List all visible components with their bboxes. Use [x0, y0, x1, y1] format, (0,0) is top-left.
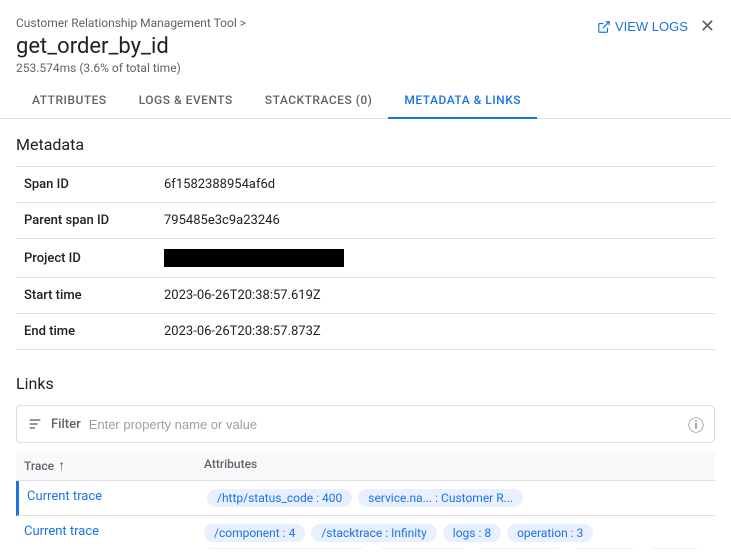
link-attributes: /component : 4/stacktrace : Infinity logs…: [204, 524, 707, 549]
metadata-value: [156, 239, 715, 278]
filter-bar: Filter ⓘ: [16, 405, 715, 443]
metadata-row: Project ID: [16, 239, 715, 278]
view-logs-button[interactable]: VIEW LOGS: [597, 19, 688, 34]
link-trace: Current trace: [24, 524, 204, 539]
links-rows: Current trace/http/status_code : 400 serv…: [16, 481, 715, 549]
external-link-icon: [597, 20, 611, 34]
metadata-row: Parent span ID795485e3c9a23246: [16, 203, 715, 239]
attr-chip[interactable]: tags : 6: [645, 548, 704, 549]
redacted-value: [164, 249, 344, 267]
metadata-row: End time2023-06-26T20:38:57.873Z: [16, 314, 715, 350]
tab-bar: ATTRIBUTES LOGS & EVENTS STACKTRACES (0)…: [0, 83, 731, 119]
metadata-key: Start time: [16, 278, 156, 314]
attr-chip[interactable]: span : -Infinity: [375, 548, 469, 549]
metadata-value: 2023-06-26T20:38:57.873Z: [156, 314, 715, 350]
tab-stacktraces[interactable]: STACKTRACES (0): [249, 83, 389, 119]
metadata-key: End time: [16, 314, 156, 350]
sort-icon[interactable]: ↑: [58, 457, 65, 474]
trace-column-header: Trace ↑: [24, 457, 204, 474]
page-title: get_order_by_id: [16, 34, 715, 59]
links-section-title: Links: [16, 374, 715, 393]
metadata-section-title: Metadata: [16, 135, 715, 154]
link-trace: Current trace: [27, 489, 207, 504]
filter-label: Filter: [51, 417, 81, 432]
metadata-key: Span ID: [16, 167, 156, 203]
links-section: Links Filter ⓘ Trace ↑ Attributes Curren…: [16, 374, 715, 549]
attr-chip[interactable]: /stacktrace : Infinity: [311, 524, 436, 542]
attr-chip[interactable]: operation : 3: [507, 524, 593, 542]
metadata-row: Start time2023-06-26T20:38:57.619Z: [16, 278, 715, 314]
attr-chip[interactable]: service.na... : Customer R...: [358, 489, 523, 507]
metadata-row: Span ID6f1582388954af6d: [16, 167, 715, 203]
metadata-key: Project ID: [16, 239, 156, 278]
attr-chip[interactable]: /component : 4: [204, 524, 305, 542]
metadata-value: 6f1582388954af6d: [156, 167, 715, 203]
filter-icon: [27, 416, 43, 432]
metadata-table: Span ID6f1582388954af6dParent span ID795…: [16, 166, 715, 350]
metadata-value: 795485e3c9a23246: [156, 203, 715, 239]
page-subtitle: 253.574ms (3.6% of total time): [16, 61, 715, 75]
links-table-header: Trace ↑ Attributes: [16, 451, 715, 481]
tab-logs-events[interactable]: LOGS & EVENTS: [123, 83, 249, 119]
attr-chip[interactable]: status : 4: [570, 548, 639, 549]
help-icon[interactable]: ⓘ: [688, 412, 704, 436]
link-attributes: /http/status_code : 400 service.na... : C…: [207, 489, 707, 507]
link-row: Current trace/http/status_code : 400 serv…: [16, 481, 715, 516]
link-trace-anchor[interactable]: Current trace: [24, 524, 99, 539]
attr-chip[interactable]: /http/status_code : 400: [207, 489, 352, 507]
close-button[interactable]: ✕: [700, 16, 715, 37]
attr-chip[interactable]: service.na... : Customer R...: [204, 548, 369, 549]
tab-attributes[interactable]: ATTRIBUTES: [16, 83, 123, 119]
metadata-key: Parent span ID: [16, 203, 156, 239]
tab-metadata-links[interactable]: METADATA & LINKS: [388, 83, 537, 119]
link-trace-anchor[interactable]: Current trace: [27, 489, 102, 504]
attributes-column-header: Attributes: [204, 457, 257, 474]
link-row: Current trace/component : 4/stacktrace :…: [16, 516, 715, 549]
attr-chip[interactable]: start : Infinity: [475, 548, 564, 549]
filter-input[interactable]: [89, 417, 680, 432]
attr-chip[interactable]: logs : 8: [443, 524, 501, 542]
metadata-value: 2023-06-26T20:38:57.619Z: [156, 278, 715, 314]
